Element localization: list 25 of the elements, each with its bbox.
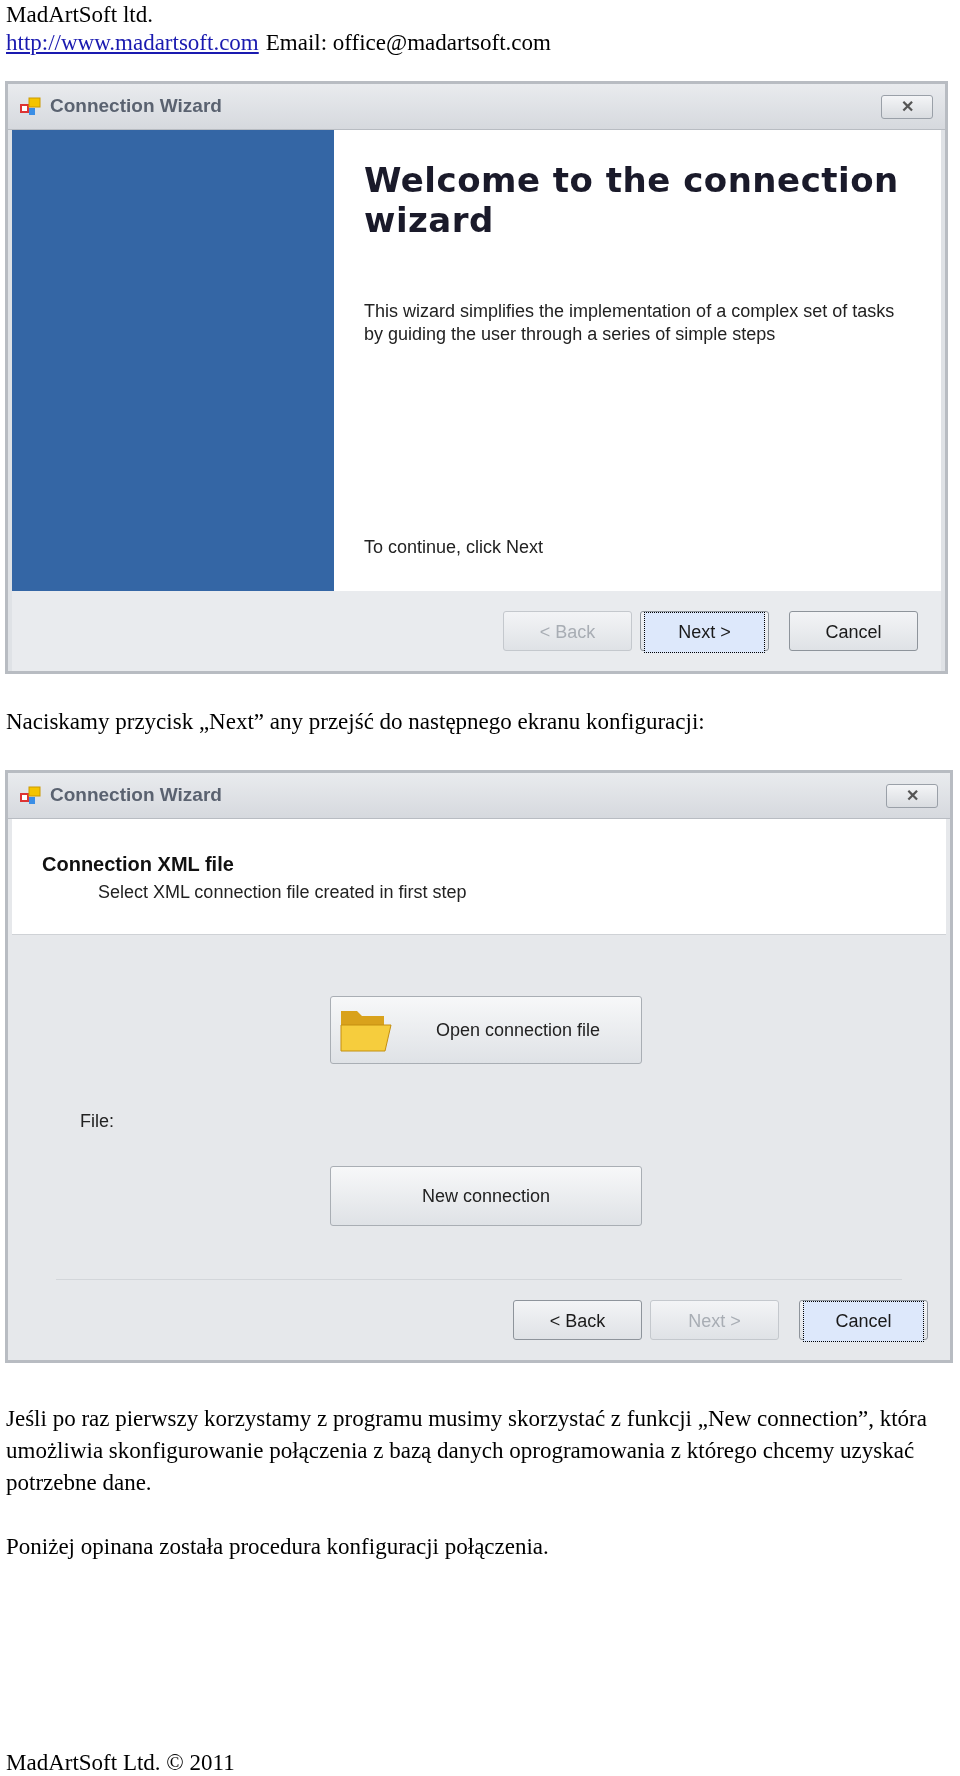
continue-hint: To continue, click Next xyxy=(364,536,545,559)
website-link[interactable]: http://www.madartsoft.com xyxy=(6,29,259,57)
new-connection-button[interactable]: New connection xyxy=(330,1166,642,1226)
app-icon xyxy=(20,95,42,118)
closing-paragraph: Poniżej opinana została procedura konfiguracji połączenia. xyxy=(5,1533,550,1561)
wizard-button[interactable]: < Back xyxy=(513,1300,642,1340)
wizard-description: This wizard simplifies the implementation of a complex set of tasks by guiding the user through a series of simple steps xyxy=(364,300,896,346)
instruction-paragraph: Naciskamy przycisk „Next” any przejść do następnego ekranu konfiguracji: xyxy=(5,708,706,736)
page-footer: MadArtSoft Ltd. © 2011 xyxy=(0,1750,960,1776)
open-file-button[interactable]: Open connection file xyxy=(330,996,642,1064)
step-title: Connection XML file xyxy=(42,852,235,877)
wizard-button[interactable]: Cancel xyxy=(799,1300,928,1340)
close-button[interactable]: ✕ xyxy=(886,783,938,808)
wizard-button[interactable]: Cancel xyxy=(789,611,918,651)
wizard-heading: Welcome to the connection wizard xyxy=(364,160,900,240)
company-name: MadArtSoft ltd. xyxy=(6,1,154,29)
close-button[interactable]: ✕ xyxy=(881,94,933,119)
wizard-button[interactable]: Next > xyxy=(640,611,769,651)
step-subtitle: Select XML connection file created in first step xyxy=(98,881,468,904)
file-label: File: xyxy=(80,1110,115,1133)
window-title: Connection Wizard xyxy=(50,783,222,808)
window-title: Connection Wizard xyxy=(50,94,222,119)
app-icon xyxy=(20,784,42,807)
email-text: Email: office@madartsoft.com xyxy=(265,29,551,57)
explanation-paragraph: Jeśli po raz pierwszy korzystamy z programu musimy skorzystać z funkcji „New connection”, która umożliwia skonfigurowanie połączenia z bazą danych oprogramowania z którego chcemy uzyskać potrzebne dane. xyxy=(5,1405,928,1497)
